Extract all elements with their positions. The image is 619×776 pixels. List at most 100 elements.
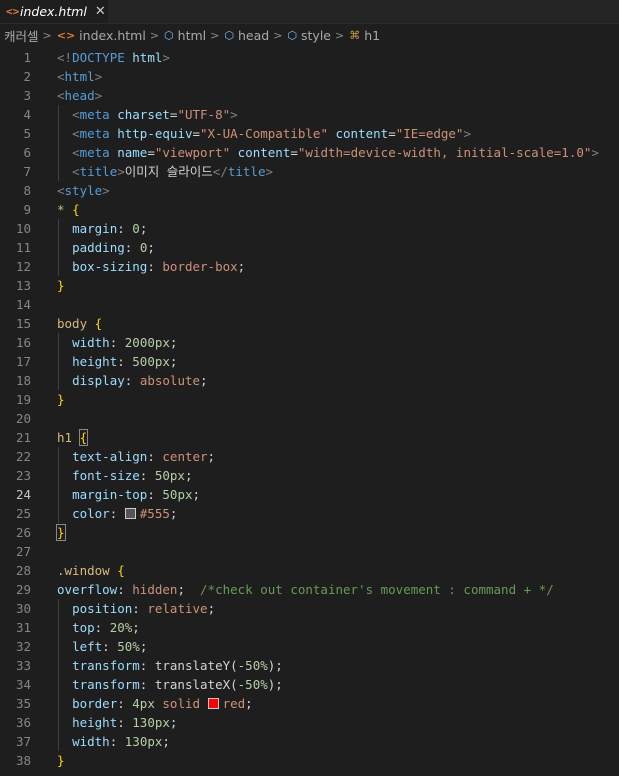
code-line[interactable]: 23 font-size: 50px;	[0, 466, 619, 485]
code-token: charset	[117, 107, 170, 122]
code-line[interactable]: 29 overflow: hidden; /*check out containe…	[0, 580, 619, 599]
code-token: ;	[139, 221, 148, 236]
code-line[interactable]: 21 h1 {	[0, 428, 619, 447]
code-token: :	[147, 259, 163, 274]
code-line[interactable]: 19}	[0, 390, 619, 409]
code-token: :	[117, 696, 133, 711]
code-token: font-size	[72, 468, 140, 483]
code-line[interactable]: 13}	[0, 276, 619, 295]
code-token: 4px	[132, 696, 155, 711]
code-line[interactable]: 32 left: 50%;	[0, 637, 619, 656]
code-line[interactable]: 35 border: 4px solid red;	[0, 694, 619, 713]
close-icon[interactable]: ✕	[95, 4, 106, 19]
code-text: font-size: 50px;	[57, 466, 192, 485]
line-number: 1	[23, 50, 31, 65]
code-line[interactable]: 17 height: 500px;	[0, 352, 619, 371]
code-line[interactable]: 14	[0, 295, 619, 314]
code-line[interactable]: 9 * {	[0, 200, 619, 219]
chevron-right-icon: >	[42, 28, 52, 42]
line-number: 38	[15, 753, 31, 768]
code-token: 이미지 슬라이드	[124, 164, 213, 179]
code-line[interactable]: 31 top: 20%;	[0, 618, 619, 637]
code-line[interactable]: 34 transform: translateX(-50%);	[0, 675, 619, 694]
code-token: <	[57, 88, 65, 103]
breadcrumb-item-html[interactable]: html	[178, 28, 206, 43]
code-line[interactable]: 10 margin: 0;	[0, 219, 619, 238]
code-text: <!DOCTYPE html>	[57, 48, 170, 67]
code-token: );	[267, 658, 283, 673]
code-text: height: 130px;	[57, 713, 177, 732]
code-text: color: #555;	[57, 504, 177, 523]
breadcrumb-item-h1[interactable]: h1	[364, 28, 380, 43]
code-line[interactable]: 37 width: 130px;	[0, 732, 619, 751]
code-token: 130px	[124, 734, 163, 749]
code-line[interactable]: 8 <style>	[0, 181, 619, 200]
code-token: :	[124, 240, 140, 255]
code-line[interactable]: 1 <!DOCTYPE html>	[0, 48, 619, 67]
breadcrumb-item-head[interactable]: head	[238, 28, 269, 43]
code-token: :	[102, 639, 118, 654]
code-token: :	[139, 677, 155, 692]
code-line[interactable]: 16 width: 2000px;	[0, 333, 619, 352]
code-token: color	[72, 506, 110, 521]
code-line[interactable]: 20	[0, 409, 619, 428]
code-line[interactable]: 33 transform: translateY(-50%);	[0, 656, 619, 675]
code-token: title	[79, 164, 118, 179]
code-line[interactable]: 5 <meta http-equiv="X-UA-Compatible" con…	[0, 124, 619, 143]
code-line[interactable]: 15 body {	[0, 314, 619, 333]
code-line[interactable]: 28 .window {	[0, 561, 619, 580]
code-line[interactable]: 4 <meta charset="UTF-8">	[0, 105, 619, 124]
breadcrumb-item-style[interactable]: style	[301, 28, 331, 43]
code-line[interactable]: 2 <html>	[0, 67, 619, 86]
code-token: ;	[147, 240, 155, 255]
code-editor[interactable]: 1 <!DOCTYPE html> 2 <html> 3 <head> 4 <meta ch…	[0, 48, 619, 776]
tab-index-html[interactable]: <> index.html ✕	[0, 0, 109, 23]
code-token: 20%	[109, 620, 133, 635]
breadcrumb-item-file[interactable]: index.html	[79, 28, 146, 43]
line-number: 37	[15, 734, 31, 749]
code-token: transform	[72, 658, 140, 673]
code-text: transform: translateY(-50%);	[57, 656, 283, 675]
code-token: :	[139, 468, 155, 483]
code-text: margin-top: 50px;	[57, 485, 200, 504]
code-line[interactable]: 6 <meta name="viewport" content="width=d…	[0, 143, 619, 162]
code-line[interactable]: 22 text-align: center;	[0, 447, 619, 466]
code-token: >	[117, 164, 125, 179]
code-token: red	[222, 696, 246, 711]
line-number: 8	[23, 183, 31, 198]
code-token: #555	[139, 506, 170, 521]
code-line[interactable]: 24 margin-top: 50px;	[0, 485, 619, 504]
color-swatch[interactable]	[124, 508, 136, 519]
code-line[interactable]: 26}	[0, 523, 619, 542]
code-line[interactable]: 12 box-sizing: border-box;	[0, 257, 619, 276]
code-line[interactable]: 36 height: 130px;	[0, 713, 619, 732]
code-text: width: 2000px;	[57, 333, 177, 352]
code-line[interactable]: 7 <title>이미지 슬라이드</title>	[0, 162, 619, 181]
color-swatch[interactable]	[207, 698, 219, 709]
code-token: {	[72, 202, 80, 217]
code-token: >	[162, 50, 170, 65]
code-token: 130px	[132, 715, 170, 730]
chevron-right-icon: >	[210, 28, 220, 42]
code-token: 2000px	[124, 335, 170, 350]
code-token: }	[57, 753, 65, 768]
code-line[interactable]: 11 padding: 0;	[0, 238, 619, 257]
line-number: 9	[23, 202, 31, 217]
code-text: h1 {	[57, 428, 89, 447]
code-token: {	[117, 563, 125, 578]
code-line[interactable]: 27	[0, 542, 619, 561]
code-token: <!	[57, 50, 73, 65]
line-number: 17	[15, 354, 31, 369]
breadcrumb-item-folder[interactable]: 캐러셀	[4, 26, 39, 45]
code-line[interactable]: 25 color: #555;	[0, 504, 619, 523]
code-token: :	[132, 601, 148, 616]
code-line[interactable]: 30 position: relative;	[0, 599, 619, 618]
code-line[interactable]: 18 display: absolute;	[0, 371, 619, 390]
code-line[interactable]: 38}	[0, 751, 619, 770]
code-text: display: absolute;	[57, 371, 208, 390]
code-token: :	[117, 582, 133, 597]
code-line[interactable]: 3 <head>	[0, 86, 619, 105]
code-token: border	[72, 696, 118, 711]
code-text: transform: translateX(-50%);	[57, 675, 283, 694]
